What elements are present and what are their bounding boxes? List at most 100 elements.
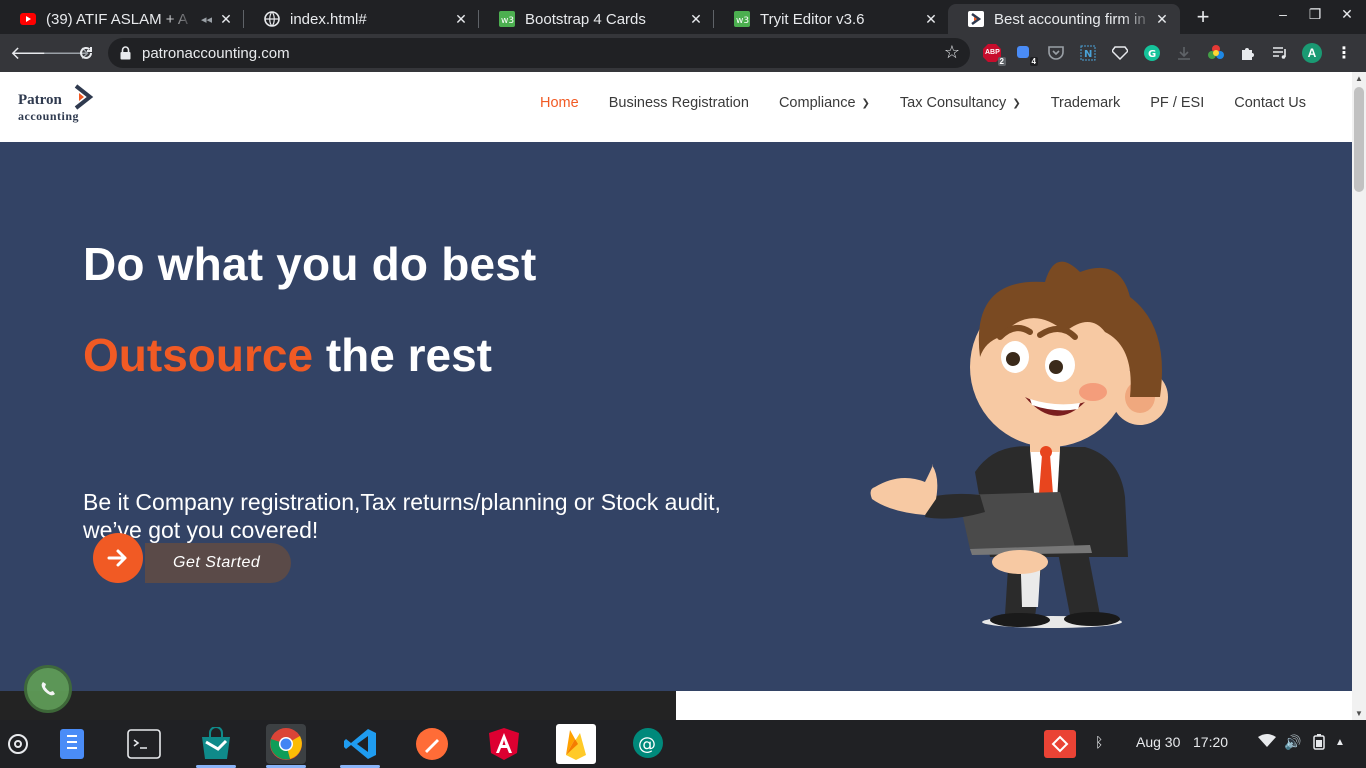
profile-avatar[interactable]: A [1302, 43, 1322, 63]
get-started-label[interactable]: Get Started [145, 543, 291, 583]
w3schools-icon: w3 [499, 11, 515, 27]
svg-text:G: G [1148, 49, 1156, 60]
hero-section: Do what you do best Outsource the rest B… [0, 142, 1352, 691]
scroll-down-arrow-icon[interactable]: ▼ [1355, 709, 1363, 718]
adblock-plus-icon[interactable]: ABP 2 [982, 43, 1006, 66]
footer-strip-right [676, 691, 1352, 720]
close-tab-icon[interactable]: ✕ [1154, 11, 1170, 28]
close-window-button[interactable]: ✕ [1335, 6, 1359, 23]
diamond-icon[interactable] [1110, 43, 1130, 63]
page-viewport: Patron accounting Home Business Registra… [0, 72, 1352, 720]
restore-button[interactable]: ❐ [1303, 6, 1327, 23]
footer-strip-left [0, 691, 676, 720]
back-icon[interactable]: 🡐 [10, 42, 58, 64]
nav-contact-us[interactable]: Contact Us [1219, 95, 1321, 111]
minimize-button[interactable]: ‒ [1271, 6, 1295, 22]
new-tab-button[interactable]: + [1192, 6, 1214, 28]
tab-tryit-editor[interactable]: w3 Tryit Editor v3.6 ✕ [714, 4, 949, 34]
svg-text:@: @ [638, 734, 656, 755]
anydesk-tray-icon[interactable] [1044, 730, 1076, 758]
site-header: Patron accounting Home Business Registra… [0, 72, 1352, 142]
nav-business-registration[interactable]: Business Registration [594, 95, 764, 111]
tab-title: index.html# [290, 10, 367, 28]
tray-expand-icon[interactable]: ▲ [1335, 737, 1345, 748]
media-queue-icon[interactable] [1270, 43, 1290, 63]
extension-icon[interactable]: 4 [1014, 43, 1038, 66]
notion-icon[interactable]: N [1078, 43, 1098, 63]
terminal-app-icon[interactable] [124, 724, 164, 764]
whatsapp-icon[interactable] [24, 665, 72, 713]
tab-patron-accounting[interactable]: Best accounting firm in ✕ [948, 4, 1180, 34]
page-scrollbar[interactable]: ▲ ▼ [1352, 72, 1366, 720]
scroll-up-arrow-icon[interactable]: ▲ [1355, 74, 1363, 83]
patron-icon [968, 11, 984, 27]
status-time[interactable]: 17:20 [1193, 734, 1228, 750]
wifi-icon[interactable] [1258, 734, 1276, 751]
menu-kebab-icon[interactable]: ⋮ [1334, 43, 1354, 63]
os-shelf: @ ᛒ Aug 30 17:20 🔊 ▲ [0, 720, 1366, 768]
color-picker-icon[interactable] [1206, 43, 1226, 63]
hero-subheadline-rest: the rest [313, 329, 492, 381]
svg-text:N: N [1084, 49, 1092, 60]
site-logo[interactable]: Patron accounting [18, 84, 108, 124]
tab-title: Tryit Editor v3.6 [760, 10, 865, 28]
youtube-icon [20, 11, 36, 27]
battery-icon[interactable] [1313, 734, 1325, 753]
close-tab-icon[interactable]: ✕ [688, 11, 704, 28]
close-tab-icon[interactable]: ✕ [453, 11, 469, 28]
nav-trademark[interactable]: Trademark [1036, 95, 1136, 111]
browser-tab-strip: (39) ATIF ASLAM + A ◂◂ ✕ index.html# ✕ w… [0, 0, 1366, 34]
vscode-app-icon[interactable] [340, 724, 380, 768]
chevron-down-icon: ❯ [861, 98, 870, 109]
close-tab-icon[interactable]: ✕ [923, 11, 939, 28]
extensions-puzzle-icon[interactable] [1238, 43, 1258, 63]
firebase-app-icon[interactable] [556, 724, 596, 764]
get-started-button[interactable]: Get Started [93, 533, 293, 585]
nav-pf-esi[interactable]: PF / ESI [1135, 95, 1219, 111]
audio-icon[interactable]: ◂◂ [201, 13, 212, 26]
logo-text-line1: Patron [18, 92, 62, 108]
bluetooth-icon[interactable]: ᛒ [1095, 734, 1103, 750]
nav-home[interactable]: Home [525, 95, 594, 111]
tab-title: (39) ATIF ASLAM + A [46, 10, 188, 28]
hero-headline: Do what you do best [83, 238, 537, 290]
tab-index-html[interactable]: index.html# ✕ [244, 4, 479, 34]
hero-accent-word: Outsource [83, 329, 314, 381]
lock-icon[interactable] [120, 46, 131, 65]
download-icon[interactable] [1174, 43, 1194, 63]
url-text[interactable]: patronaccounting.com [142, 45, 290, 62]
bookmark-star-icon[interactable]: ☆ [944, 42, 960, 63]
files-app-icon[interactable] [52, 724, 92, 764]
svg-text:w3: w3 [501, 16, 514, 26]
status-date[interactable]: Aug 30 [1136, 734, 1180, 750]
arrow-right-icon[interactable] [93, 533, 143, 583]
nav-compliance[interactable]: Compliance ❯ [764, 95, 885, 111]
grammarly-icon[interactable]: G [1142, 43, 1162, 63]
hero-subheadline: Outsource the rest [83, 328, 492, 382]
logo-text-line2: accounting [18, 109, 80, 123]
logo-chevron-icon [74, 84, 94, 110]
tab-bootstrap-cards[interactable]: w3 Bootstrap 4 Cards ✕ [479, 4, 714, 34]
pocket-icon[interactable] [1046, 43, 1066, 63]
volume-icon[interactable]: 🔊 [1284, 734, 1301, 751]
scrollbar-thumb[interactable] [1354, 87, 1364, 192]
tab-youtube[interactable]: (39) ATIF ASLAM + A ◂◂ ✕ [0, 4, 244, 34]
address-bar[interactable]: patronaccounting.com ☆ [108, 38, 970, 68]
chrome-app-icon[interactable] [266, 724, 306, 768]
tab-title: Bootstrap 4 Cards [525, 10, 646, 28]
postman-app-icon[interactable] [412, 724, 452, 764]
forward-icon[interactable]: 🡒 [42, 42, 90, 64]
tab-title: Best accounting firm in [994, 10, 1146, 28]
businessman-mascot-illustration [870, 261, 1168, 628]
w3schools-icon: w3 [734, 11, 750, 27]
browser-toolbar: 🡐 🡒 patronaccounting.com ☆ ABP 2 4 N G A… [0, 34, 1366, 72]
nav-tax-consultancy[interactable]: Tax Consultancy ❯ [885, 95, 1036, 111]
angular-app-icon[interactable] [484, 724, 524, 764]
close-tab-icon[interactable]: ✕ [218, 11, 234, 28]
chat-app-icon[interactable]: @ [628, 724, 668, 764]
reload-icon[interactable] [74, 42, 98, 64]
svg-text:w3: w3 [736, 16, 749, 26]
app-store-icon[interactable] [196, 724, 236, 768]
globe-icon [264, 11, 280, 27]
launcher-icon[interactable] [8, 734, 28, 754]
